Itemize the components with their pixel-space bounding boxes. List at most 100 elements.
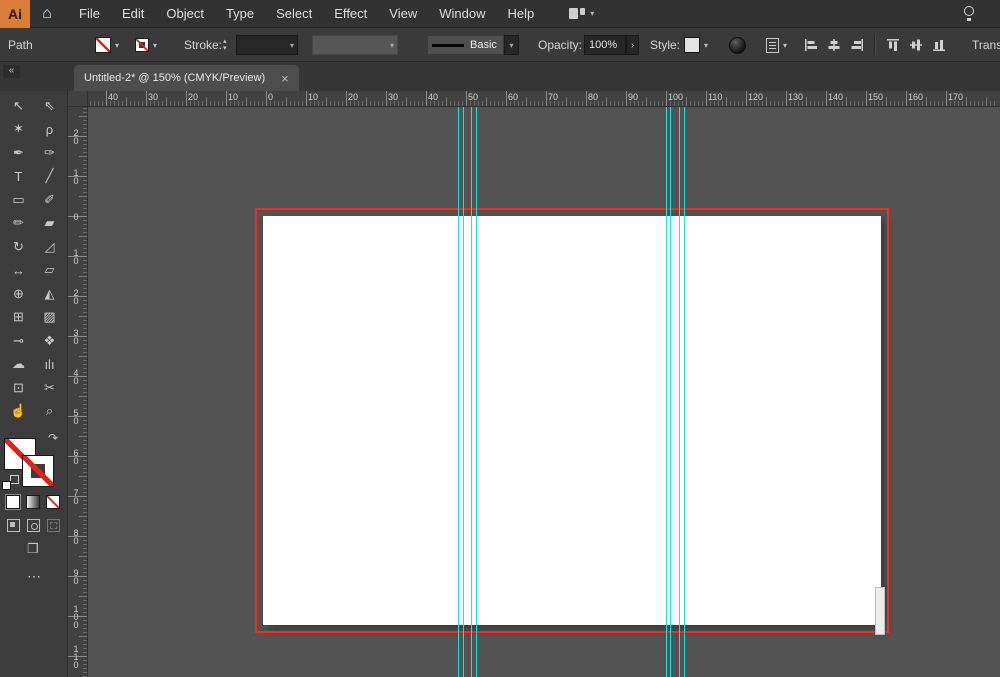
align-top-icon[interactable] (886, 38, 900, 52)
lasso-tool[interactable]: ρ (34, 118, 65, 142)
align-bottom-icon[interactable] (932, 38, 946, 52)
rotate-tool[interactable]: ↻ (3, 235, 34, 259)
chevron-down-icon: ▾ (289, 40, 294, 50)
stroke-weight-stepper[interactable]: ▴ ▾ (223, 38, 227, 52)
document-tab[interactable]: Untitled-2* @ 150% (CMYK/Preview) × (74, 65, 299, 91)
perspective-grid-tool[interactable]: ◭ (34, 282, 65, 306)
chevron-down-icon[interactable]: ▾ (783, 41, 787, 50)
none-button[interactable] (46, 495, 60, 509)
menu-item[interactable]: Help (496, 0, 545, 28)
ruler-label: 150 (868, 92, 884, 102)
horizontal-ruler[interactable]: 40 30 20 10 0 10 20 30 40 50 60 70 80 90 100 110 120 130 1… (88, 91, 1000, 107)
width-tool[interactable]: ↔ (3, 259, 34, 283)
rectangle-tool[interactable]: ▭ (3, 188, 34, 212)
menu-item[interactable]: Type (215, 0, 265, 28)
align-left-icon[interactable] (804, 38, 818, 52)
ruler-label: 100 (668, 92, 684, 102)
fill-color-swatch[interactable] (95, 37, 111, 53)
symbol-sprayer-tool[interactable]: ☁ (3, 353, 34, 377)
align-horizontal-center-icon[interactable] (827, 38, 841, 52)
discover-lightbulb-icon[interactable] (962, 5, 976, 22)
stroke-label[interactable]: Stroke: (184, 38, 222, 52)
ruler-label: 20 (71, 288, 81, 304)
menu-item[interactable]: File (68, 0, 111, 28)
color-button[interactable] (5, 494, 21, 510)
swap-fill-stroke-icon[interactable]: ↷ (48, 431, 58, 445)
default-fill-stroke-icon[interactable] (2, 475, 19, 490)
gradient-button[interactable] (26, 495, 40, 509)
eyedropper-tool[interactable]: ⊸ (3, 329, 34, 353)
stroke-style-select[interactable]: Basic (427, 35, 504, 55)
artboard-tool[interactable]: ⊡ (3, 376, 34, 400)
menu-item[interactable]: View (378, 0, 428, 28)
menu-item[interactable]: Select (265, 0, 323, 28)
recolor-artwork-icon[interactable] (729, 36, 746, 54)
workspace-switcher[interactable]: ▾ (569, 8, 594, 19)
chevron-down-icon[interactable]: ▾ (704, 41, 708, 50)
chevron-down-icon[interactable]: ▾ (115, 41, 119, 50)
menu-item[interactable]: Object (155, 0, 215, 28)
menu-item[interactable]: Edit (111, 0, 155, 28)
collapse-panel-button[interactable]: « (3, 65, 20, 78)
pen-tool[interactable]: ✒ (3, 141, 34, 165)
brush-definition-select: ▾ (312, 35, 398, 55)
ruler-label: 40 (428, 92, 439, 102)
zoom-tool[interactable]: ⌕ (34, 400, 65, 424)
column-graph-tool[interactable]: ılı (34, 353, 65, 377)
ruler-label: 0 (268, 92, 274, 102)
shape-builder-tool[interactable]: ⊕ (3, 282, 34, 306)
eraser-tool[interactable]: ▰ (34, 212, 65, 236)
line-segment-tool[interactable]: ╱ (34, 165, 65, 189)
tab-bar: « Untitled-2* @ 150% (CMYK/Preview) × (0, 62, 1000, 91)
draw-normal-icon[interactable] (7, 519, 20, 532)
close-tab-icon[interactable]: × (281, 72, 289, 85)
main-area: ↖ ⇖ ✶ ρ ✒ ✑ T ╱ ▭ ✐ ✏ ▰ ↻ ◿ ↔ ▱ ⊕ ◭ ⊞ ▨ … (0, 91, 1000, 677)
ruler-corner[interactable] (68, 91, 88, 107)
opacity-label[interactable]: Opacity: (538, 38, 582, 52)
ruler-label: 50 (71, 408, 81, 424)
slice-tool[interactable]: ✂ (34, 376, 65, 400)
vertical-ruler[interactable]: 20 10 0 10 20 30 40 50 60 70 80 90 100 110 (68, 107, 88, 677)
home-icon[interactable]: ⌂ (30, 0, 64, 28)
direct-selection-tool[interactable]: ⇖ (34, 94, 65, 118)
graphic-style-swatch[interactable] (684, 37, 700, 53)
app-logo[interactable]: Ai (0, 0, 30, 28)
document-setup-icon[interactable] (766, 37, 779, 53)
shaper-tool[interactable]: ✏ (3, 212, 34, 236)
edit-toolbar-icon[interactable]: ⋯ (27, 568, 41, 585)
gradient-tool[interactable]: ▨ (34, 306, 65, 330)
paintbrush-tool[interactable]: ✐ (34, 188, 65, 212)
free-transform-tool[interactable]: ▱ (34, 259, 65, 283)
align-vertical-center-icon[interactable] (909, 38, 923, 52)
chevron-down-icon[interactable]: ▾ (153, 41, 157, 50)
ruler-label: 20 (188, 92, 199, 102)
canvas[interactable] (88, 107, 1000, 677)
ruler-label: 30 (71, 328, 81, 344)
scale-tool[interactable]: ◿ (34, 235, 65, 259)
menu-item[interactable]: Effect (323, 0, 378, 28)
hand-tool[interactable]: ☝ (3, 400, 34, 424)
blend-tool[interactable]: ❖ (34, 329, 65, 353)
opacity-input[interactable]: 100% (584, 35, 626, 55)
stroke-style-chevron-button[interactable]: ▾ (504, 35, 519, 55)
stroke-color-indicator[interactable] (22, 455, 54, 487)
bleed-guide-rect (255, 208, 889, 633)
style-label[interactable]: Style: (650, 38, 680, 52)
transform-panel-button[interactable]: Transform (972, 38, 1000, 52)
menu-item[interactable]: Window (428, 0, 496, 28)
ruler-label: 0 (71, 212, 81, 220)
stroke-color-swatch[interactable] (135, 38, 149, 52)
color-mode-buttons (5, 494, 60, 510)
screen-mode-icon[interactable]: ❐ (27, 541, 39, 557)
magic-wand-tool[interactable]: ✶ (3, 118, 34, 142)
draw-behind-icon[interactable] (27, 519, 40, 532)
curvature-tool[interactable]: ✑ (34, 141, 65, 165)
ruler-label: 120 (748, 92, 764, 102)
ruler-label: 70 (548, 92, 559, 102)
type-tool[interactable]: T (3, 165, 34, 189)
align-right-icon[interactable] (850, 38, 864, 52)
selection-tool[interactable]: ↖ (3, 94, 34, 118)
opacity-panel-arrow[interactable]: › (626, 35, 639, 55)
mesh-tool[interactable]: ⊞ (3, 306, 34, 330)
stroke-weight-select[interactable]: ▾ (236, 35, 298, 55)
